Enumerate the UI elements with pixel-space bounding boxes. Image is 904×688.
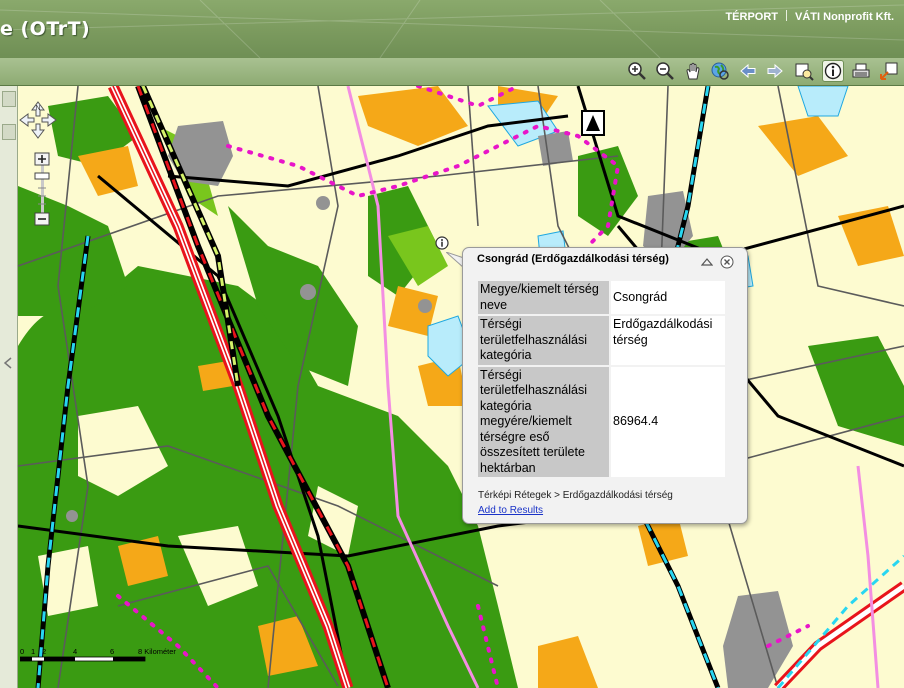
table-row: Térségi területfelhasználási kategória m…	[478, 366, 725, 477]
zoom-out-icon[interactable]	[655, 61, 675, 81]
panel-collapse-arrow-icon[interactable]	[2, 356, 14, 370]
pan-hand-icon[interactable]	[683, 61, 703, 81]
attribute-key: Térségi területfelhasználási kategória m…	[478, 366, 609, 477]
vati-link[interactable]: VÁTI Nonprofit Kft.	[795, 11, 894, 23]
svg-text:2: 2	[42, 647, 46, 656]
panel-button[interactable]	[2, 124, 16, 140]
svg-text:8 Kilométer: 8 Kilométer	[138, 647, 176, 656]
svg-text:0: 0	[20, 647, 24, 656]
app-header: e (OTrT) TÉRPORT VÁTI Nonprofit Kft.	[0, 0, 904, 59]
add-to-results-link[interactable]: Add to Results	[478, 505, 543, 516]
location-marker-icon[interactable]	[581, 110, 605, 136]
header-link-divider	[786, 10, 788, 21]
pan-control-icon: N	[19, 101, 57, 139]
back-arrow-icon[interactable]	[738, 61, 758, 81]
table-row: Megye/kiemelt térség neve Csongrád	[478, 281, 725, 314]
map-toolbar	[0, 58, 904, 86]
layer-breadcrumb: Térképi Rétegek > Erdőgazdálkodási térsé…	[478, 490, 673, 501]
identify-info-icon[interactable]	[822, 60, 844, 82]
print-map-icon[interactable]	[851, 61, 871, 81]
attribute-key: Megye/kiemelt térség neve	[478, 281, 609, 314]
attribute-table: Megye/kiemelt térség neve Csongrád Térsé…	[476, 279, 727, 479]
header-links: TÉRPORT VÁTI Nonprofit Kft.	[725, 10, 894, 23]
svg-text:N: N	[35, 105, 40, 112]
full-extent-globe-icon[interactable]	[710, 61, 730, 81]
left-panel-strip	[0, 86, 18, 688]
overview-map-icon[interactable]	[879, 61, 899, 81]
table-row: Térségi területfelhasználási kategória E…	[478, 316, 725, 365]
map-canvas[interactable]	[18, 86, 904, 688]
svg-text:4: 4	[73, 647, 77, 656]
collapse-icon[interactable]	[701, 256, 713, 268]
attribute-key: Térségi területfelhasználási kategória	[478, 316, 609, 365]
map-navigation-control: N	[18, 100, 58, 240]
identify-point-icon[interactable]	[435, 236, 449, 250]
attribute-value: 86964.4	[611, 366, 725, 477]
svg-text:6: 6	[110, 647, 114, 656]
identify-popup: Csongrád (Erdőgazdálkodási térség) Megye…	[462, 247, 748, 524]
scale-bar: 0 1 2 4 6 8 Kilométer	[19, 646, 195, 666]
panel-button[interactable]	[2, 91, 16, 107]
zoom-slider-thumb	[34, 172, 50, 180]
terport-link[interactable]: TÉRPORT	[725, 11, 778, 23]
zoom-to-selection-icon[interactable]	[794, 61, 814, 81]
forward-arrow-icon[interactable]	[765, 61, 785, 81]
attribute-value: Csongrád	[611, 281, 725, 314]
zoom-in-icon[interactable]	[627, 61, 647, 81]
map-view[interactable]	[18, 86, 904, 688]
svg-text:1: 1	[31, 647, 35, 656]
header-background-pattern	[0, 0, 904, 58]
popup-title: Csongrád (Erdőgazdálkodási térség)	[477, 253, 669, 265]
close-icon[interactable]	[720, 255, 734, 269]
attribute-value: Erdőgazdálkodási térség	[611, 316, 725, 365]
app-title: e (OTrT)	[0, 18, 91, 40]
